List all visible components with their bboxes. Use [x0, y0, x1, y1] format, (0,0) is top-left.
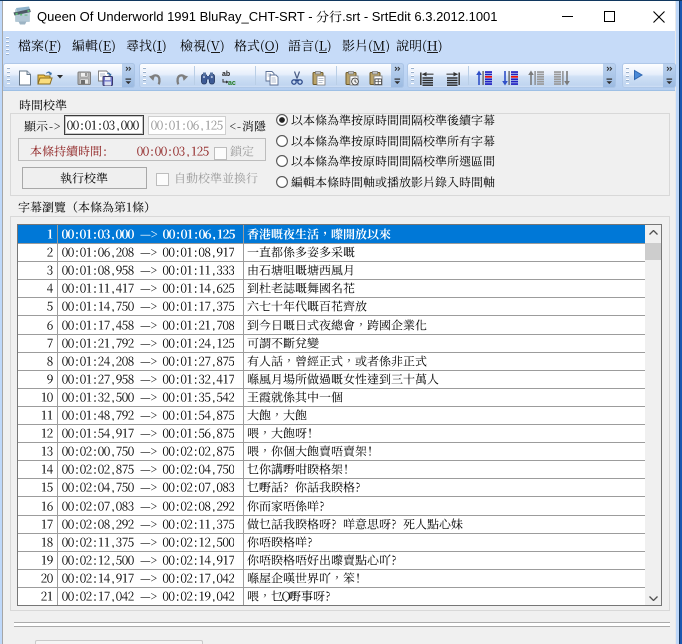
svg-text:ac: ac — [228, 80, 236, 86]
svg-text:ab: ab — [222, 71, 230, 78]
